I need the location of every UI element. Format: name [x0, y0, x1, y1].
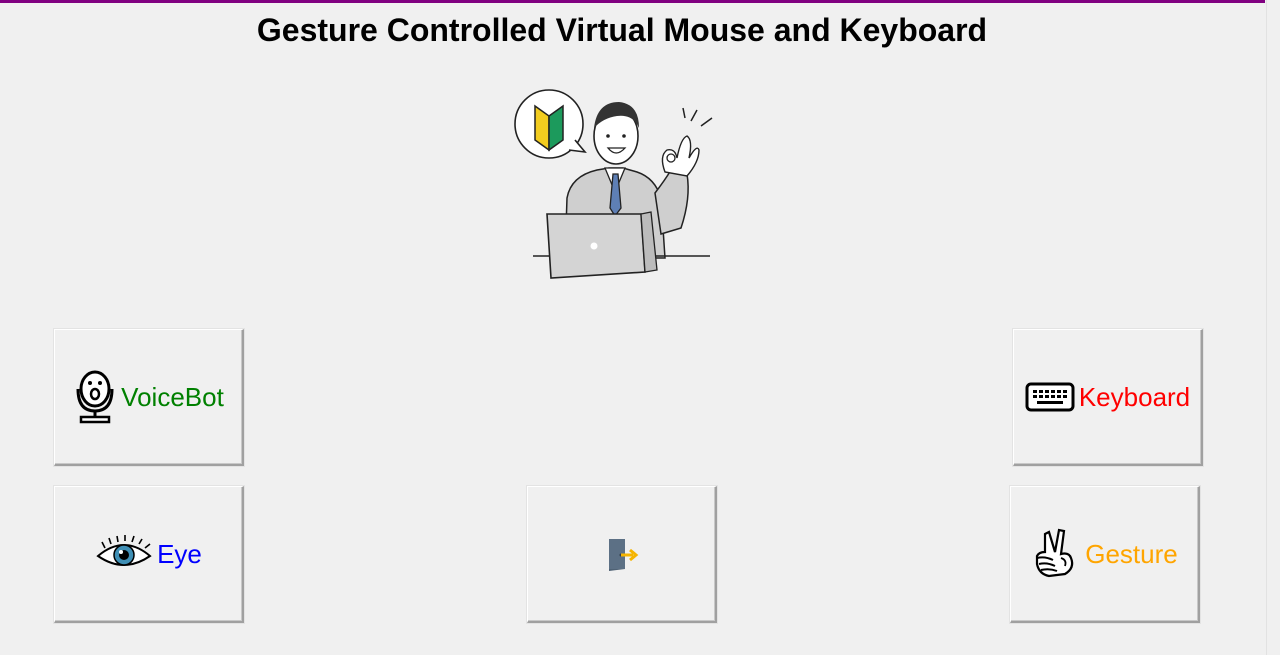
- victory-hand-icon: [1031, 528, 1081, 580]
- keyboard-button[interactable]: Keyboard: [1013, 329, 1203, 466]
- microphone-icon: [73, 369, 117, 425]
- page-title: Gesture Controlled Virtual Mouse and Key…: [256, 12, 988, 48]
- hero-illustration: [505, 88, 725, 288]
- eye-icon: [95, 534, 153, 574]
- voicebot-label: VoiceBot: [121, 382, 224, 412]
- eye-button[interactable]: Eye: [54, 486, 244, 623]
- exit-button[interactable]: [527, 486, 717, 623]
- window-right-border: [1266, 0, 1267, 655]
- businessman-laptop-icon: [514, 89, 713, 279]
- gesture-label: Gesture: [1085, 539, 1178, 569]
- voicebot-button[interactable]: VoiceBot: [54, 329, 244, 466]
- app-window: Gesture Controlled Virtual Mouse and Key…: [0, 0, 1280, 655]
- eye-label: Eye: [157, 539, 202, 569]
- keyboard-icon: [1025, 382, 1075, 412]
- keyboard-label: Keyboard: [1078, 382, 1191, 412]
- window-top-accent: [0, 0, 1265, 3]
- gesture-button[interactable]: Gesture: [1010, 486, 1200, 623]
- exit-door-icon: [605, 536, 639, 572]
